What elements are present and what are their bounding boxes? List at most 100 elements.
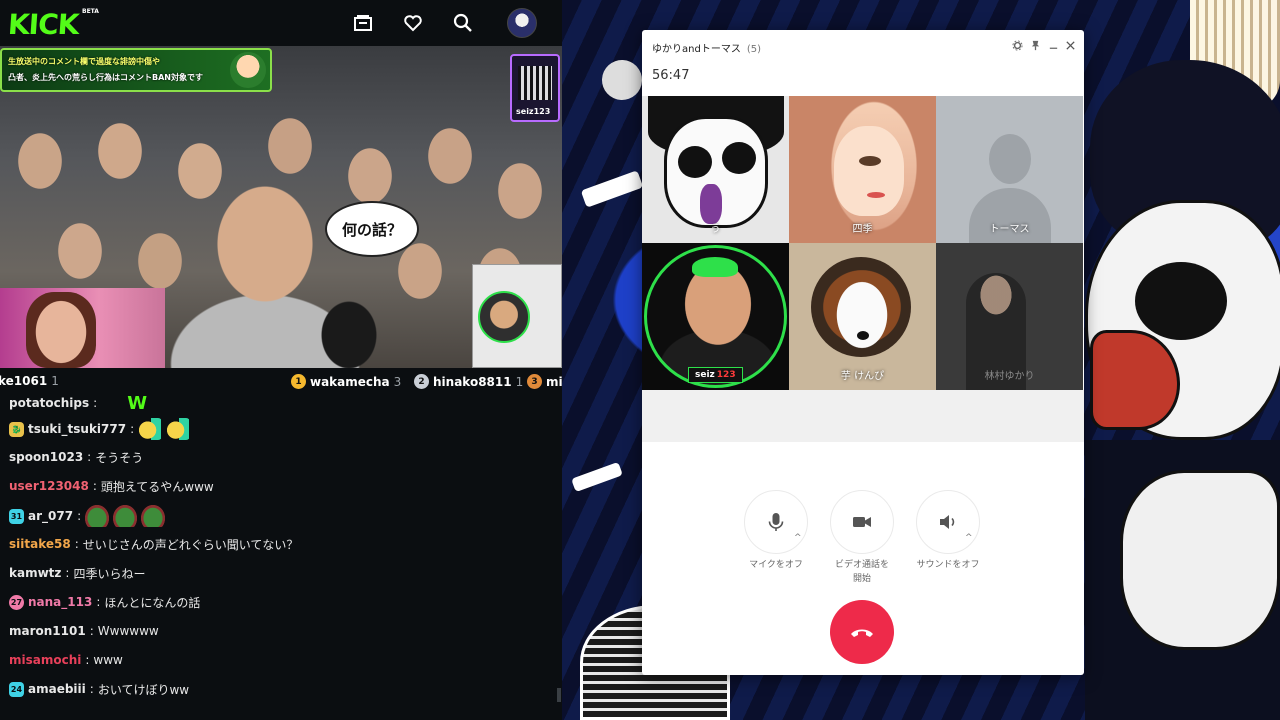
- participant-image: [692, 257, 738, 277]
- minimize-icon[interactable]: [1046, 38, 1060, 52]
- kick-panel: KICK BETA 生放送中のコメント欄で過度な誹謗中傷や 凸者、炎上先への荒ら…: [0, 0, 563, 720]
- chat-text: おいてけぼりww: [97, 682, 190, 697]
- subscriber-badge-icon: 27: [9, 594, 24, 610]
- sound-label-text: サウンドをオフ: [916, 560, 980, 570]
- chat-scrollbar[interactable]: [557, 688, 561, 702]
- art-character-hand: [1120, 470, 1280, 650]
- kick-logo[interactable]: KICK: [7, 8, 80, 41]
- participant-name-tag: seiz 123: [688, 367, 743, 383]
- sound-button[interactable]: [916, 490, 980, 554]
- chat-username[interactable]: user123048: [9, 479, 89, 493]
- chat-colon: :: [92, 479, 97, 493]
- leaderboard-entry[interactable]: 2 hinako8811 1: [414, 374, 523, 389]
- art-character-eye: [1135, 262, 1227, 340]
- emote-icon: [113, 505, 138, 527]
- participant-tile-active-speaker[interactable]: seiz 123: [642, 243, 789, 390]
- emote-icon: [85, 505, 110, 527]
- art-streak: [580, 170, 644, 208]
- settings-gear-icon[interactable]: [1010, 38, 1024, 52]
- chat-username[interactable]: potatochips: [9, 396, 89, 410]
- speaker-icon: [940, 515, 955, 529]
- chat-message: 27 nana_113: ほんとになんの話: [9, 589, 200, 615]
- chat-feed[interactable]: potatochips: W 🐉 tsuki_tsuki777: spoon10…: [0, 396, 562, 720]
- participant-tile[interactable]: 林村ゆかり: [936, 243, 1083, 390]
- group-call-window: ゆかりandトーマス (5) 56:47 う 四季 トーマス seiz 123 …: [642, 30, 1084, 675]
- participant-tile[interactable]: 四季: [789, 96, 936, 243]
- call-title: ゆかりandトーマス (5): [652, 40, 761, 55]
- participant-tag: 123: [716, 370, 736, 380]
- chat-username[interactable]: tsuki_tsuki777: [28, 422, 126, 436]
- participant-image: [857, 331, 869, 340]
- chat-message: kamwtz: 四季いらねー: [9, 560, 145, 586]
- mic-label-text: マイクをオフ: [749, 560, 803, 570]
- close-icon[interactable]: [1063, 38, 1077, 52]
- art-streak: [571, 461, 623, 493]
- search-icon[interactable]: [450, 10, 476, 36]
- leaderboard-entry[interactable]: ke1061 1: [0, 374, 59, 388]
- chat-message: potatochips: W: [9, 396, 147, 416]
- participant-image: [678, 146, 712, 178]
- participant-name: 林村ゆかり: [984, 371, 1035, 382]
- video-label-line1: ビデオ通話を: [834, 560, 889, 570]
- user-avatar[interactable]: [507, 8, 537, 38]
- beta-label: BETA: [82, 8, 99, 15]
- chat-message: 24 amaebiii: おいてけぼりww: [9, 676, 189, 702]
- rank-badge-icon: 1: [291, 374, 306, 389]
- mic-options-caret[interactable]: ^: [794, 533, 802, 543]
- chat-colon: :: [77, 509, 82, 523]
- chat-message: maron1101: Wwwwww: [9, 618, 159, 644]
- chat-text: W: [127, 396, 148, 414]
- participant-image: [722, 142, 756, 174]
- call-empty-band: [642, 390, 1084, 442]
- pin-icon[interactable]: [1028, 38, 1042, 52]
- chat-username[interactable]: siitake58: [9, 537, 71, 551]
- participant-name: 四季: [852, 224, 873, 235]
- rank-badge-icon: 2: [414, 374, 429, 389]
- art-swirl: [596, 54, 648, 106]
- chat-username[interactable]: misamochi: [9, 653, 81, 667]
- chat-username[interactable]: maron1101: [9, 624, 86, 638]
- chat-username[interactable]: kamwtz: [9, 566, 61, 580]
- participant-count: (5): [746, 44, 761, 55]
- leaderboard-entry[interactable]: 3 mi: [527, 374, 563, 389]
- chat-username[interactable]: nana_113: [28, 595, 92, 609]
- following-icon[interactable]: [350, 10, 376, 36]
- chat-message: misamochi: www: [9, 647, 123, 673]
- chat-username[interactable]: amaebiii: [28, 682, 86, 696]
- participant-image: [834, 126, 904, 216]
- participant-name: トーマス: [989, 224, 1030, 235]
- chat-username[interactable]: spoon1023: [9, 450, 83, 464]
- video-call-button[interactable]: [830, 490, 894, 554]
- participant-image: [819, 267, 905, 353]
- participant-image: [859, 156, 881, 166]
- chat-text: 頭抱えてるやんwww: [100, 479, 214, 494]
- participant-tile[interactable]: う: [642, 96, 789, 243]
- chat-colon: :: [93, 396, 98, 410]
- banner-mascot: [230, 52, 266, 88]
- hang-up-button[interactable]: [830, 600, 894, 664]
- subscriber-badge-icon: 24: [9, 681, 24, 697]
- participant-image: [867, 192, 885, 198]
- subscriber-badge-icon: 31: [9, 508, 24, 524]
- stream-banner: 生放送中のコメント欄で過度な誹謗中傷や 凸者、炎上先への荒らし行為はコメントBA…: [0, 48, 272, 92]
- microphone-button[interactable]: [744, 490, 808, 554]
- chat-username[interactable]: ar_077: [28, 509, 73, 523]
- call-timer: 56:47: [652, 68, 690, 83]
- stream-video[interactable]: 生放送中のコメント欄で過度な誹謗中傷や 凸者、炎上先への荒らし行為はコメントBA…: [0, 46, 562, 368]
- video-camera-icon: [853, 517, 871, 527]
- chat-message: user123048: 頭抱えてるやんwww: [9, 473, 214, 499]
- video-label-line2: 開始: [852, 574, 871, 584]
- sound-options-caret[interactable]: ^: [965, 533, 973, 543]
- heart-icon[interactable]: [400, 10, 426, 36]
- emote-icon: [166, 418, 191, 440]
- leaderboard-entry[interactable]: 1 wakamecha 3: [291, 374, 401, 389]
- dragon-badge-icon: 🐉: [9, 421, 24, 437]
- chat-colon: :: [85, 653, 90, 667]
- rank-badge-icon: 3: [527, 374, 542, 389]
- leaderboard-count: 1: [515, 374, 524, 389]
- video-microphone: [320, 301, 378, 368]
- leaderboard-count: 1: [51, 374, 59, 388]
- participant-tile[interactable]: 芋 けんぴ: [789, 243, 936, 390]
- participant-tile[interactable]: トーマス: [936, 96, 1083, 243]
- hang-up-phone-icon: [851, 629, 873, 637]
